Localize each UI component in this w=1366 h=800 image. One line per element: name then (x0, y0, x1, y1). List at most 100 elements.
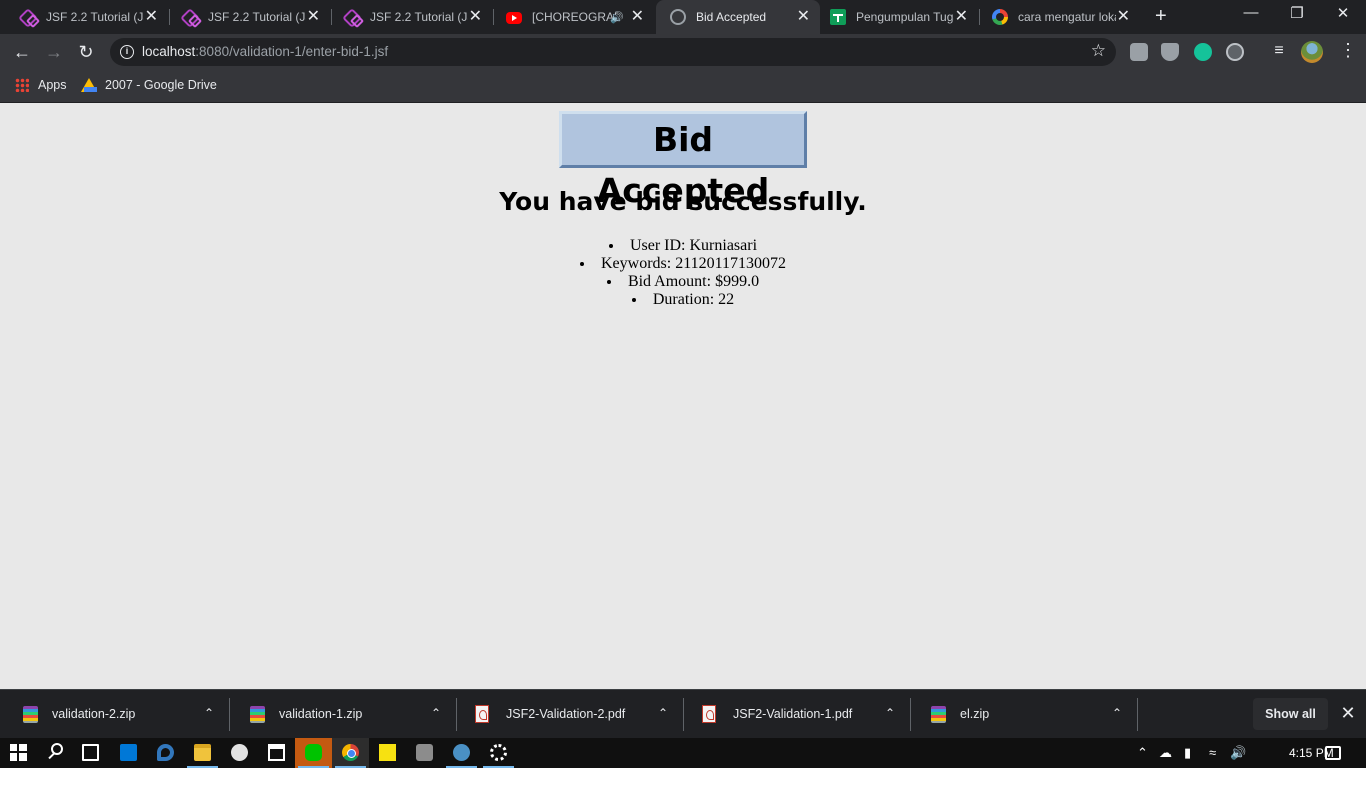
shield-extension-icon[interactable] (1161, 43, 1179, 61)
search-icon (51, 743, 63, 755)
record-extension-icon[interactable] (1226, 43, 1244, 61)
taskbar-store[interactable] (258, 738, 295, 768)
zip-file-icon (931, 706, 946, 723)
chevron-up-icon[interactable]: ⌃ (431, 706, 441, 720)
paint-icon (231, 744, 248, 761)
download-item[interactable]: validation-1.zip ⌃ (230, 690, 457, 739)
bookmark-label: Apps (38, 78, 67, 92)
taskbar-edge[interactable] (147, 738, 184, 768)
sticky-notes-icon (379, 744, 396, 761)
media-control-icon[interactable]: ≡ (1269, 42, 1289, 60)
apps-grid-icon (15, 78, 29, 92)
tool-icon (416, 744, 433, 761)
tab-title: JSF 2.2 Tutorial (Java (370, 10, 468, 24)
mail-icon (120, 744, 137, 761)
taskbar-sticky-notes[interactable] (369, 738, 406, 768)
bookmark-apps[interactable]: Apps (15, 78, 67, 92)
volume-icon[interactable]: 🔊 (1230, 745, 1246, 761)
bookmarks-bar: Apps 2007 - Google Drive (0, 70, 1366, 103)
wifi-icon[interactable]: ≈ (1209, 745, 1216, 760)
tab-jsf-tutorial-3[interactable]: JSF 2.2 Tutorial (Java ✕ (330, 0, 492, 34)
forward-arrow-icon[interactable]: → (42, 40, 66, 64)
chevron-up-icon[interactable]: ⌃ (204, 706, 214, 720)
chevron-up-icon[interactable]: ⌃ (885, 706, 895, 720)
detail-bid-amount: Bid Amount: $999.0 (0, 273, 1366, 291)
menu-dots-icon[interactable]: ⋮ (1339, 40, 1357, 60)
start-button[interactable] (0, 738, 37, 768)
tab-title: Pengumpulan Tugas (856, 10, 954, 24)
tab-jsf-tutorial-2[interactable]: JSF 2.2 Tutorial (Java ✕ (168, 0, 330, 34)
tab-jsf-tutorial-1[interactable]: JSF 2.2 Tutorial (Java ✕ (6, 0, 168, 34)
tab-youtube-choreography[interactable]: [CHOREOGRAPHY 🔊 ✕ (492, 0, 654, 34)
new-tab-button[interactable]: + (1155, 5, 1167, 27)
bookmark-google-drive[interactable]: 2007 - Google Drive (81, 78, 217, 92)
task-view-button[interactable] (72, 738, 109, 768)
google-icon (992, 9, 1008, 25)
download-item[interactable]: JSF2-Validation-2.pdf ⌃ (457, 690, 684, 739)
restore-button[interactable]: ❐ (1274, 4, 1320, 22)
back-arrow-icon[interactable]: ← (10, 40, 34, 64)
jsf-icon (182, 9, 198, 25)
address-bar[interactable]: i localhost:8080/validation-1/enter-bid-… (110, 38, 1116, 66)
bookmark-star-icon[interactable]: ☆ (1091, 41, 1106, 61)
download-item[interactable]: el.zip ⌃ (911, 690, 1138, 739)
battery-icon[interactable]: ▮ (1184, 745, 1191, 761)
tab-title: JSF 2.2 Tutorial (Java (46, 10, 144, 24)
close-tab-icon[interactable]: ✕ (469, 9, 482, 25)
download-filename: el.zip (960, 707, 990, 721)
tab-cara-mengatur[interactable]: cara mengatur lokasi ✕ (978, 0, 1140, 34)
detail-keywords: Keywords: 21120117130072 (0, 255, 1366, 273)
url-text[interactable]: localhost:8080/validation-1/enter-bid-1.… (142, 44, 388, 59)
reload-icon[interactable]: ↻ (74, 40, 98, 64)
page-title: Bid Accepted (559, 111, 807, 210)
notification-icon[interactable] (1325, 746, 1341, 760)
taskbar-paint[interactable] (221, 738, 258, 768)
close-tab-icon[interactable]: ✕ (307, 9, 320, 25)
onedrive-cloud-icon[interactable]: ☁ (1159, 745, 1172, 761)
sheets-icon (830, 9, 846, 25)
taskbar-chrome[interactable] (332, 738, 369, 768)
url-path: :8080/validation-1/enter-bid-1.jsf (195, 44, 389, 59)
pdf-file-icon (475, 705, 489, 723)
chevron-up-icon[interactable]: ⌃ (1137, 745, 1148, 761)
chevron-up-icon[interactable]: ⌃ (658, 706, 668, 720)
close-tab-icon[interactable]: ✕ (1117, 9, 1130, 25)
chat-extension-icon[interactable] (1130, 43, 1148, 61)
taskbar-file-explorer[interactable] (184, 738, 221, 768)
tab-pengumpulan-tugas[interactable]: Pengumpulan Tugas ✕ (816, 0, 978, 34)
minimize-button[interactable]: — (1228, 4, 1274, 21)
tab-title: [CHOREOGRAPHY (532, 10, 618, 24)
taskbar-mail[interactable] (110, 738, 147, 768)
jsf-icon (344, 9, 360, 25)
gear-icon (490, 744, 507, 761)
close-tab-icon[interactable]: ✕ (955, 9, 968, 25)
close-window-button[interactable]: ✕ (1320, 4, 1366, 22)
chevron-up-icon[interactable]: ⌃ (1112, 706, 1122, 720)
info-icon[interactable]: i (120, 45, 134, 59)
speaker-icon[interactable]: 🔊 (610, 11, 624, 24)
close-tab-icon[interactable]: ✕ (631, 9, 644, 25)
close-tab-icon[interactable]: ✕ (797, 9, 810, 25)
detail-user-id: User ID: Kurniasari (0, 237, 1366, 255)
show-all-button[interactable]: Show all (1253, 698, 1328, 730)
pdf-file-icon (702, 705, 716, 723)
close-tab-icon[interactable]: ✕ (145, 9, 158, 25)
tab-bid-accepted[interactable]: Bid Accepted ✕ (656, 0, 820, 34)
download-filename: JSF2-Validation-1.pdf (733, 707, 853, 721)
download-item[interactable]: JSF2-Validation-1.pdf ⌃ (684, 690, 911, 739)
download-item[interactable]: validation-2.zip ⌃ (3, 690, 230, 739)
close-icon[interactable]: ✕ (1339, 703, 1357, 724)
store-icon (268, 744, 285, 761)
search-button[interactable] (37, 738, 74, 768)
taskbar-virtualbox[interactable] (443, 738, 480, 768)
profile-avatar[interactable] (1301, 41, 1323, 63)
line-chat-icon (305, 744, 322, 761)
grammarly-icon[interactable] (1194, 43, 1212, 61)
folder-icon (194, 744, 211, 761)
taskbar-line[interactable] (295, 738, 332, 768)
taskbar-tool[interactable] (406, 738, 443, 768)
page-content: Bid Accepted You have bid successfully. … (0, 103, 1366, 689)
tab-strip: JSF 2.2 Tutorial (Java ✕ JSF 2.2 Tutoria… (0, 0, 1366, 34)
taskbar-settings[interactable] (480, 738, 517, 768)
url-host: localhost (142, 44, 196, 59)
